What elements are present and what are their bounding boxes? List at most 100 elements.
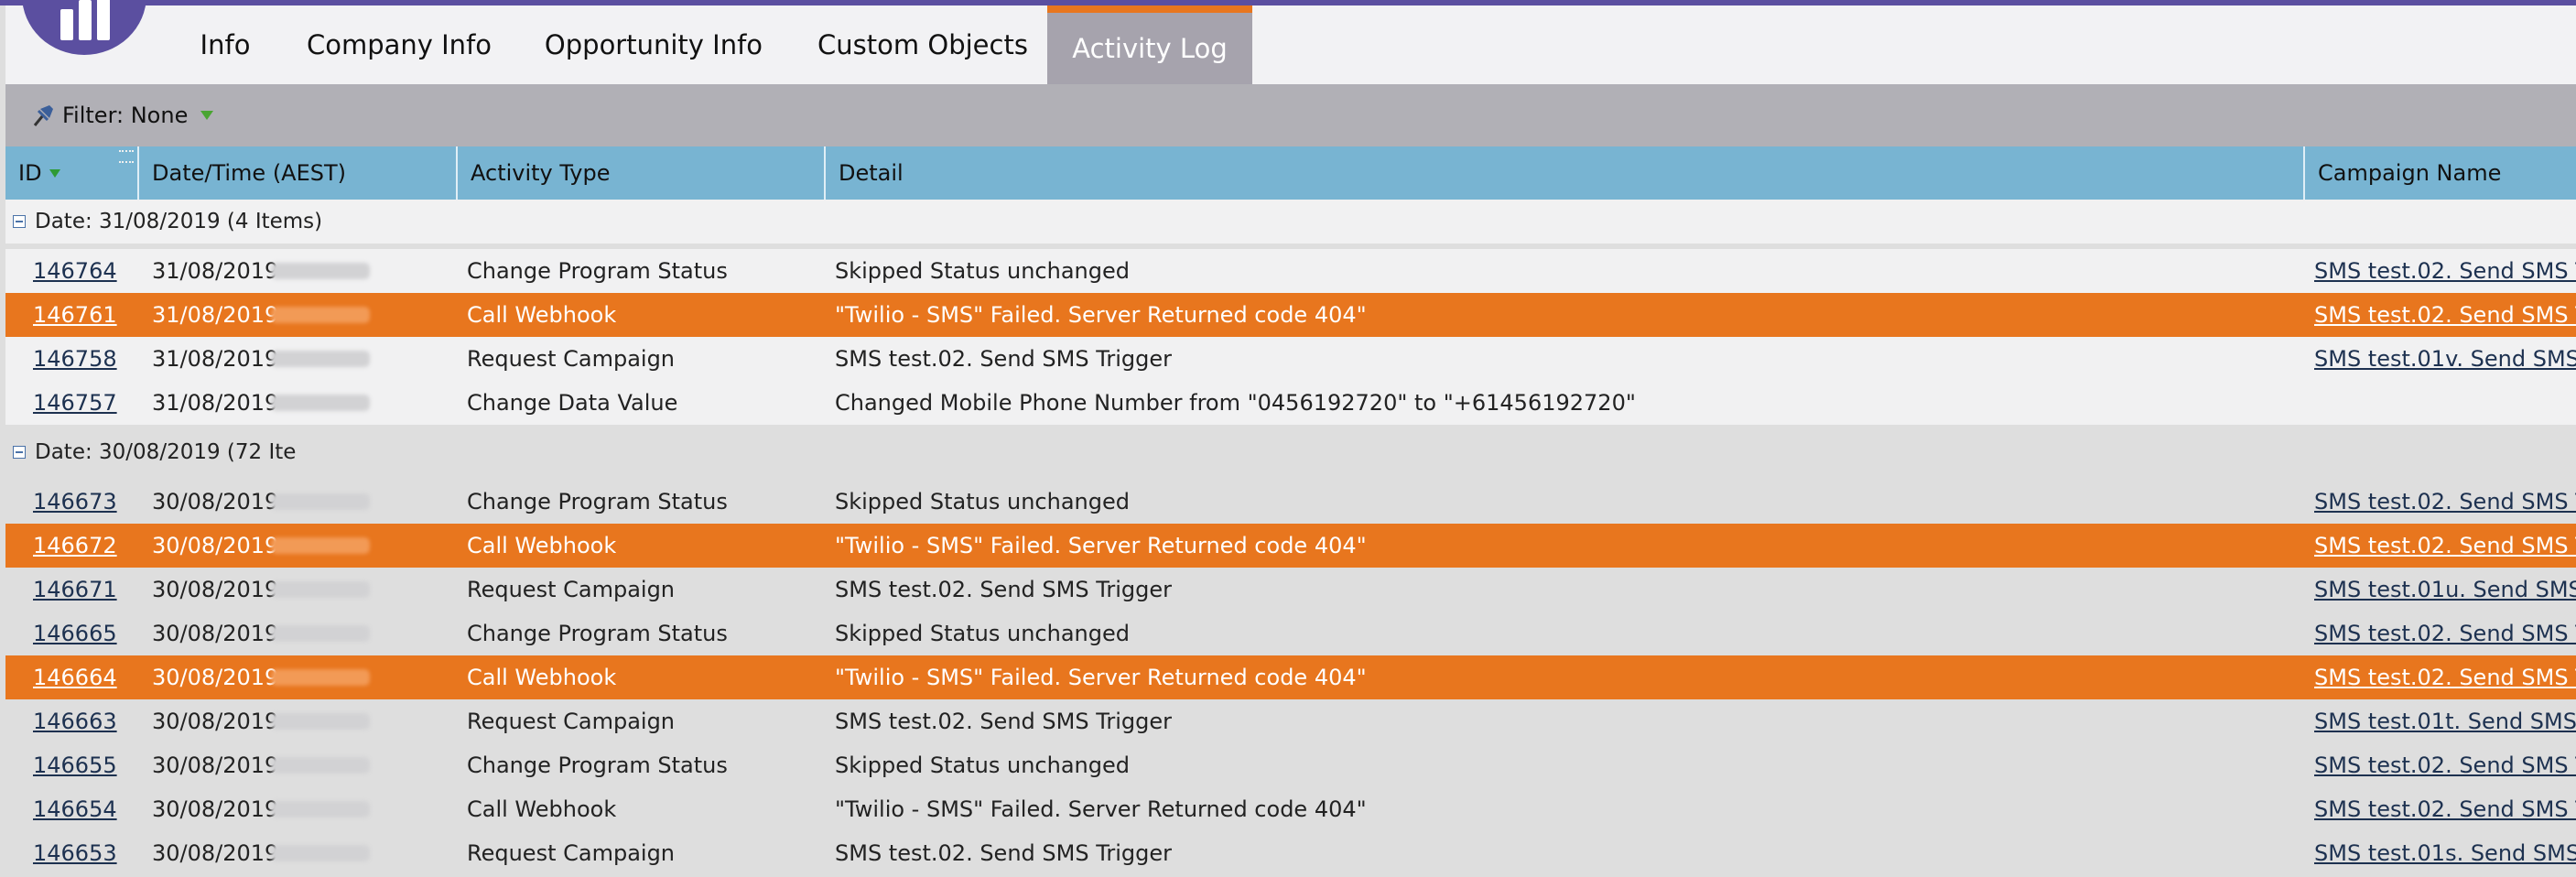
group-label: Date: 30/08/2019 (72 Ite [35,440,297,464]
activity-id-link[interactable]: 146757 [33,390,117,416]
redacted-time [271,801,370,817]
campaign-link[interactable]: SMS test.01s. Send SMS Ba [2314,840,2576,866]
collapse-icon[interactable] [13,446,26,459]
campaign-link[interactable]: SMS test.02. Send SMS Trig [2314,533,2576,558]
activity-id-link[interactable]: 146655 [33,752,117,778]
activity-detail: Skipped Status unchanged [835,752,1130,778]
campaign-link[interactable]: SMS test.02. Send SMS Trig [2314,258,2576,284]
activity-id-link[interactable]: 146663 [33,709,117,734]
redacted-time [271,757,370,774]
activity-detail: "Twilio - SMS" Failed. Server Returned c… [835,302,1367,328]
activity-id-link[interactable]: 146758 [33,346,117,372]
activity-type: Change Program Status [467,489,728,514]
activity-date: 30/08/2019 [152,752,279,778]
activity-date: 31/08/2019 [152,258,279,284]
tab-activity-log[interactable]: Activity Log [1047,5,1252,84]
table-row[interactable]: 146664 30/08/2019 Call Webhook "Twilio -… [5,655,2576,699]
collapse-icon[interactable] [13,215,26,228]
column-resize-grip[interactable] [119,150,134,163]
campaign-link[interactable]: SMS test.01t. Send SMS Ba [2314,709,2576,734]
activity-type: Call Webhook [467,796,617,822]
table-row[interactable]: 146758 31/08/2019 Request Campaign SMS t… [5,337,2576,381]
group-header[interactable]: Date: 31/08/2019 (4 Items) [5,200,2576,244]
activity-id-link[interactable]: 146671 [33,577,117,602]
redacted-time [271,493,370,510]
campaign-link[interactable]: SMS test.02. Send SMS Trig [2314,621,2576,646]
tab-custom-objects[interactable]: Custom Objects [802,5,1044,84]
activity-type: Change Program Status [467,752,728,778]
activity-type: Call Webhook [467,533,617,558]
activity-date: 30/08/2019 [152,577,279,602]
table-row[interactable]: 146665 30/08/2019 Change Program Status … [5,612,2576,655]
activity-type: Change Data Value [467,390,678,416]
activity-type: Call Webhook [467,302,617,328]
campaign-link[interactable]: SMS test.02. Send SMS Trig [2314,796,2576,822]
redacted-time [271,669,370,686]
column-header-activity-type[interactable]: Activity Type [458,146,826,200]
activity-type: Request Campaign [467,709,676,734]
campaign-link[interactable]: SMS test.02. Send SMS Trig [2314,752,2576,778]
column-header-id[interactable]: ID [5,146,139,200]
column-header-id-label: ID [18,160,42,186]
activity-detail: "Twilio - SMS" Failed. Server Returned c… [835,533,1367,558]
redacted-time [271,263,370,279]
activity-date: 30/08/2019 [152,709,279,734]
redacted-time [271,845,370,861]
activity-date: 31/08/2019 [152,390,279,416]
table-row[interactable]: 146764 31/08/2019 Change Program Status … [5,249,2576,293]
activity-detail: SMS test.02. Send SMS Trigger [835,346,1172,372]
redacted-time [271,537,370,554]
table-row[interactable]: 146671 30/08/2019 Request Campaign SMS t… [5,568,2576,612]
activity-type: Request Campaign [467,346,676,372]
activity-id-link[interactable]: 146672 [33,533,117,558]
column-header-detail[interactable]: Detail [826,146,2305,200]
table-row[interactable]: 146673 30/08/2019 Change Program Status … [5,480,2576,524]
activity-date: 30/08/2019 [152,489,279,514]
table-row[interactable]: 146672 30/08/2019 Call Webhook "Twilio -… [5,524,2576,568]
activity-detail: SMS test.02. Send SMS Trigger [835,577,1172,602]
activity-id-link[interactable]: 146653 [33,840,117,866]
tab-info[interactable]: Info [170,5,280,84]
table-row[interactable]: 146757 31/08/2019 Change Data Value Chan… [5,381,2576,425]
campaign-link[interactable]: SMS test.02. Send SMS Trig [2314,489,2576,514]
filter-bar: Filter: None [5,84,2576,146]
campaign-link[interactable]: SMS test.01v. Send SMS Ba [2314,346,2576,372]
redacted-time [271,351,370,367]
table-row[interactable]: 146761 31/08/2019 Call Webhook "Twilio -… [5,293,2576,337]
activity-id-link[interactable]: 146673 [33,489,117,514]
table-row[interactable]: 146653 30/08/2019 Request Campaign SMS t… [5,831,2576,875]
activity-type: Change Program Status [467,258,728,284]
activity-id-link[interactable]: 146764 [33,258,117,284]
activity-detail: Skipped Status unchanged [835,489,1130,514]
filter-pin-icon[interactable] [29,102,57,129]
activity-detail: SMS test.02. Send SMS Trigger [835,840,1172,866]
table-row[interactable]: 146654 30/08/2019 Call Webhook "Twilio -… [5,787,2576,831]
sort-desc-icon [49,168,60,178]
activity-detail: "Twilio - SMS" Failed. Server Returned c… [835,665,1367,690]
activity-date: 31/08/2019 [152,346,279,372]
table-row[interactable]: 146655 30/08/2019 Change Program Status … [5,743,2576,787]
redacted-time [271,625,370,642]
column-header-campaign-name[interactable]: Campaign Name [2305,146,2576,200]
activity-id-link[interactable]: 146761 [33,302,117,328]
activity-type: Change Program Status [467,621,728,646]
activity-detail: Changed Mobile Phone Number from "045619… [835,390,1636,416]
campaign-link[interactable]: SMS test.02. Send SMS Trig [2314,302,2576,328]
filter-dropdown-icon[interactable] [200,111,214,120]
column-header-datetime[interactable]: Date/Time (AEST) [139,146,458,200]
group-header[interactable]: Date: 30/08/2019 (72 Ite [5,430,2576,474]
tab-company-info[interactable]: Company Info [289,5,509,84]
activity-id-link[interactable]: 146654 [33,796,117,822]
activity-id-link[interactable]: 146664 [33,665,117,690]
table-header: ID Date/Time (AEST) Activity Type Detail… [5,146,2576,200]
campaign-link[interactable]: SMS test.02. Send SMS Trig [2314,665,2576,690]
activity-date: 30/08/2019 [152,665,279,690]
table-row[interactable]: 146663 30/08/2019 Request Campaign SMS t… [5,699,2576,743]
activity-detail: Skipped Status unchanged [835,258,1130,284]
activity-id-link[interactable]: 146665 [33,621,117,646]
filter-label[interactable]: Filter: None [62,103,188,128]
redacted-time [271,581,370,598]
redacted-time [271,307,370,323]
campaign-link[interactable]: SMS test.01u. Send SMS Ba [2314,577,2576,602]
tab-opportunity-info[interactable]: Opportunity Info [520,5,787,84]
